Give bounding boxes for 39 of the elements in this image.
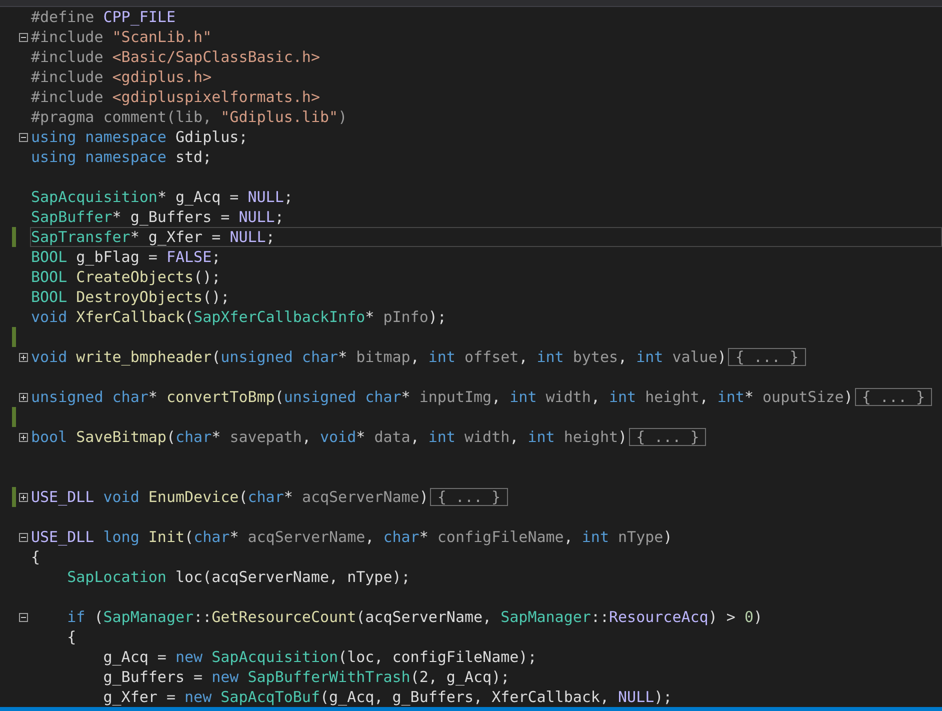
collapse-icon[interactable] (19, 33, 28, 42)
code-line: #define CPP_FILE (31, 7, 176, 27)
code-line: { (31, 547, 40, 567)
code-line: g_Acq = new SapAcquisition(loc, configFileName); (102, 647, 537, 667)
code-line: g_Xfer = new SapAcqToBuf(g_Acq, g_Buffers, XferCallback, NULL); (102, 687, 672, 707)
collapse-icon[interactable] (19, 133, 28, 142)
expand-icon[interactable] (19, 493, 28, 502)
code-line: void XferCallback(SapXferCallbackInfo* pInfo); (31, 307, 446, 327)
code-line: BOOL g_bFlag = FALSE; (31, 247, 221, 267)
code-line: unsigned char* convertToBmp(unsigned char* inputImg, int width, int height, int* ouputSize) (31, 387, 853, 407)
code-line: BOOL CreateObjects(); (31, 267, 221, 287)
code-line: g_Buffers = new SapBufferWithTrash(2, g_Acq); (102, 667, 510, 687)
collapsed-code-block[interactable]: { ... } (430, 488, 508, 506)
code-line: SapLocation loc(acqServerName, nType); (66, 567, 410, 587)
code-line: #include <gdipluspixelformats.h> (31, 87, 320, 107)
code-line: #include <gdiplus.h> (31, 67, 212, 87)
code-line: #pragma comment(lib, "Gdiplus.lib") (31, 107, 348, 127)
code-line: if (SapManager::GetResourceCount(acqServerName, SapManager::ResourceAcq) > 0) (66, 607, 763, 627)
expand-icon[interactable] (19, 353, 28, 362)
code-line: SapAcquisition* g_Acq = NULL; (31, 187, 293, 207)
collapse-icon[interactable] (19, 533, 28, 542)
code-line: USE_DLL long Init(char* acqServerName, char* configFileName, int nType) (31, 527, 672, 547)
code-line: BOOL DestroyObjects(); (31, 287, 230, 307)
code-line: SapBuffer* g_Buffers = NULL; (31, 207, 284, 227)
code-line: USE_DLL void EnumDevice(char* acqServerName) (31, 487, 428, 507)
code-line: #include "ScanLib.h" (31, 27, 212, 47)
code-line: using namespace Gdiplus; (31, 127, 248, 147)
code-line: void write_bmpheader(unsigned char* bitmap, int offset, int bytes, int value) (31, 347, 726, 367)
collapsed-code-block[interactable]: { ... } (854, 388, 932, 406)
collapsed-code-block[interactable]: { ... } (728, 348, 806, 366)
code-line: SapTransfer* g_Xfer = NULL; (31, 227, 275, 247)
code-line: bool SaveBitmap(char* savepath, void* data, int width, int height) (31, 427, 628, 447)
code-line: { (66, 627, 76, 647)
code-line: using namespace std; (31, 147, 212, 167)
expand-icon[interactable] (19, 433, 28, 442)
collapse-icon[interactable] (19, 613, 28, 622)
collapsed-code-block[interactable]: { ... } (629, 428, 706, 446)
expand-icon[interactable] (19, 393, 28, 402)
code-line: #include <Basic/SapClassBasic.h> (31, 47, 320, 67)
